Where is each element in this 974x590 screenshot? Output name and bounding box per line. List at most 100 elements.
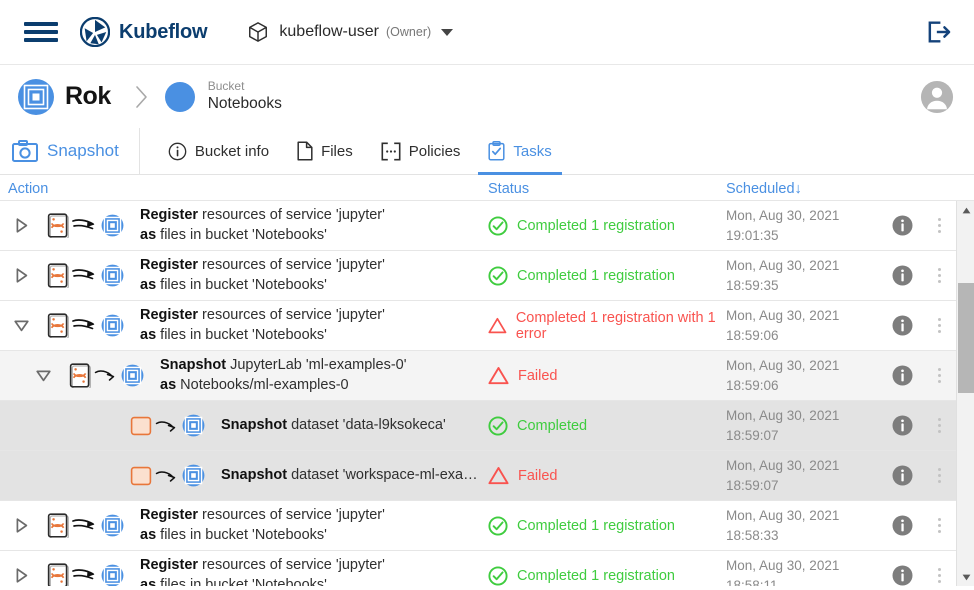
twisty-expanded-icon[interactable] [35, 367, 52, 384]
tab-files[interactable]: Files [283, 128, 367, 174]
row-twisty-toggle[interactable] [8, 317, 34, 334]
cell-action: Snapshot dataset 'data-l9ksokeca' [0, 401, 488, 450]
rok-icon [101, 214, 124, 237]
cell-status: Completed 1 registration [488, 251, 726, 300]
rok-logo-icon [18, 78, 54, 115]
scroll-down-arrow-icon[interactable] [957, 568, 974, 586]
row-info-button[interactable] [882, 551, 922, 586]
table-row[interactable]: Register resources of service 'jupyter' a… [0, 201, 956, 251]
cell-action: Register resources of service 'jupyter' a… [0, 251, 488, 300]
hamburger-bar [24, 30, 58, 34]
row-kebab-menu-icon[interactable] [922, 201, 956, 250]
dataset-icon [130, 466, 152, 485]
thin-arrow-icon [155, 420, 176, 432]
table-row[interactable]: Register resources of service 'jupyter' a… [0, 301, 956, 351]
twisty-collapsed-icon[interactable] [13, 567, 30, 584]
row-kebab-menu-icon[interactable] [922, 551, 956, 586]
row-info-button[interactable] [882, 351, 922, 400]
cell-status: Completed 1 registration with 1 error [488, 301, 726, 350]
package-icon [249, 22, 268, 42]
task-description: Register resources of service 'jupyter' a… [140, 506, 385, 544]
status-label: Completed 1 registration with 1 error [515, 309, 716, 342]
task-action-verb: Register [140, 307, 199, 324]
table-row[interactable]: Register resources of service 'jupyter' a… [0, 251, 956, 301]
row-info-button[interactable] [882, 251, 922, 300]
breadcrumb-bucket[interactable]: Bucket Notebooks [164, 79, 282, 113]
account-circle-icon[interactable] [920, 80, 954, 114]
twisty-expanded-icon[interactable] [13, 317, 30, 334]
bucket-avatar-icon [164, 81, 195, 112]
tab-policies[interactable]: Policies [367, 128, 475, 174]
namespace-selector[interactable]: kubeflow-user (Owner) [247, 21, 454, 43]
column-header-scheduled[interactable]: Scheduled↓ [726, 181, 952, 197]
status-label: Completed 1 registration [517, 567, 675, 584]
task-action-detail: resources of service 'jupyter' [198, 307, 385, 324]
tab-bar: Snapshot Bucket info Files Policies Task… [0, 128, 974, 175]
table-row[interactable]: Snapshot JupyterLab 'ml-examples-0' as No… [0, 351, 956, 401]
info-icon[interactable] [892, 215, 913, 236]
row-kebab-menu-icon[interactable] [922, 451, 956, 500]
row-info-button[interactable] [882, 201, 922, 250]
status-success-icon [488, 415, 508, 436]
swoosh-arrow-icon [72, 319, 95, 330]
info-icon[interactable] [892, 515, 913, 536]
kubeflow-brand-label: Kubeflow [119, 20, 208, 43]
row-twisty-toggle[interactable] [30, 367, 56, 384]
row-twisty-toggle[interactable] [8, 267, 34, 284]
info-icon[interactable] [892, 565, 913, 586]
info-icon[interactable] [892, 465, 913, 486]
task-type-icons [47, 562, 124, 586]
jupyter-icon [47, 262, 69, 289]
scheduled-time: 18:59:07 [726, 477, 779, 493]
row-twisty-toggle[interactable] [8, 517, 34, 534]
task-target-prefix: as [160, 376, 177, 393]
row-kebab-menu-icon[interactable] [922, 401, 956, 450]
logout-icon[interactable] [924, 18, 952, 46]
row-info-button[interactable] [882, 501, 922, 550]
tab-tasks[interactable]: Tasks [474, 128, 565, 175]
info-icon[interactable] [892, 265, 913, 286]
row-kebab-menu-icon[interactable] [922, 501, 956, 550]
clipboard-check-icon [488, 141, 505, 161]
row-kebab-menu-icon[interactable] [922, 251, 956, 300]
row-twisty-toggle[interactable] [8, 217, 34, 234]
hamburger-icon[interactable] [24, 19, 58, 45]
rok-home-link[interactable]: Rok [18, 78, 111, 115]
task-target-prefix: as [140, 576, 157, 587]
info-icon[interactable] [892, 365, 913, 386]
info-icon[interactable] [892, 415, 913, 436]
tab-bucket-info[interactable]: Bucket info [154, 128, 283, 174]
row-twisty-toggle[interactable] [8, 567, 34, 584]
task-action-detail: dataset 'workspace-ml-examples-… [291, 466, 488, 483]
column-header-action[interactable]: Action [0, 181, 488, 197]
twisty-collapsed-icon[interactable] [13, 217, 30, 234]
vertical-scrollbar[interactable] [956, 201, 974, 586]
cell-scheduled: Mon, Aug 30, 2021 18:59:07 [726, 401, 882, 450]
kubeflow-home-link[interactable]: Kubeflow [80, 17, 208, 47]
row-info-button[interactable] [882, 451, 922, 500]
status-error-icon [488, 367, 509, 385]
row-kebab-menu-icon[interactable] [922, 351, 956, 400]
task-action-detail: JupyterLab 'ml-examples-0' [226, 357, 407, 374]
column-header-status[interactable]: Status [488, 181, 726, 197]
status-label: Completed [517, 417, 588, 434]
tab-files-label: Files [321, 142, 353, 160]
tab-snapshot[interactable]: Snapshot [0, 128, 140, 174]
row-kebab-menu-icon[interactable] [922, 301, 956, 350]
task-type-icons [47, 312, 124, 339]
row-info-button[interactable] [882, 301, 922, 350]
table-row[interactable]: Register resources of service 'jupyter' a… [0, 501, 956, 551]
table-row[interactable]: Snapshot dataset 'workspace-ml-examples-… [0, 451, 956, 501]
table-header: Action Status Scheduled↓ [0, 175, 974, 200]
scrollbar-thumb[interactable] [958, 283, 974, 393]
table-row[interactable]: Snapshot dataset 'data-l9ksokeca' Comple… [0, 401, 956, 451]
table-row[interactable]: Register resources of service 'jupyter' a… [0, 551, 956, 586]
scroll-up-arrow-icon[interactable] [957, 201, 974, 219]
task-description: Register resources of service 'jupyter' a… [140, 556, 385, 586]
row-info-button[interactable] [882, 401, 922, 450]
info-icon[interactable] [892, 315, 913, 336]
cell-status: Completed 1 registration [488, 501, 726, 550]
status-label: Completed 1 registration [517, 217, 675, 234]
twisty-collapsed-icon[interactable] [13, 267, 30, 284]
twisty-collapsed-icon[interactable] [13, 517, 30, 534]
